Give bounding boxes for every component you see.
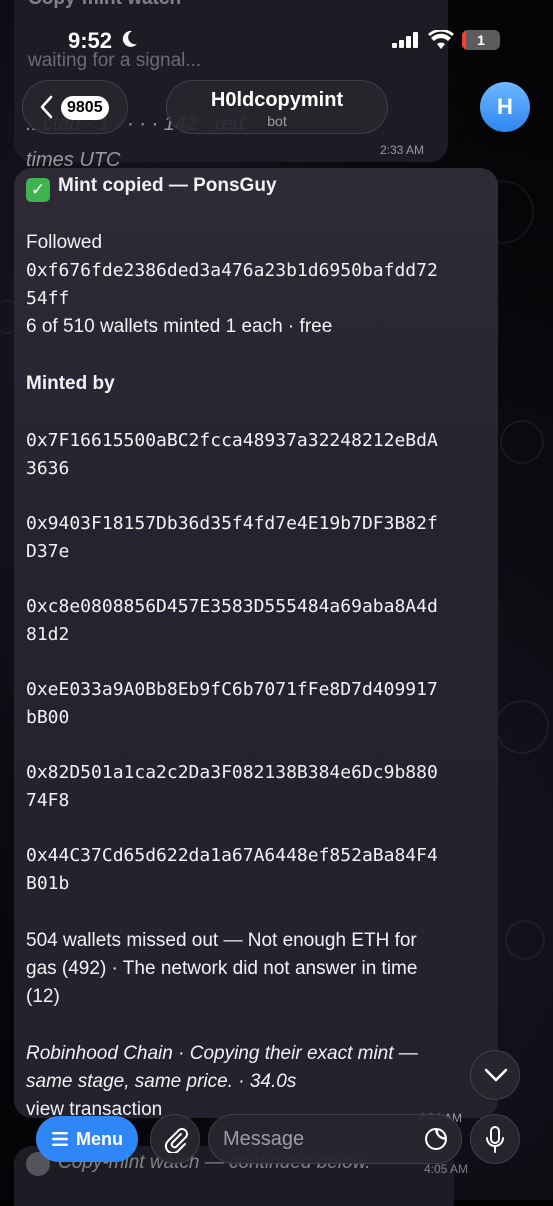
wallet-address: 0xc8e0808856D457E3583D555484a69aba8A4d bbox=[26, 596, 438, 617]
chevron-left-icon bbox=[40, 95, 53, 119]
sticker-icon[interactable] bbox=[424, 1127, 448, 1151]
menu-label: Menu bbox=[76, 1129, 123, 1149]
wallet-address: D37e bbox=[26, 541, 70, 562]
followed-label: Followed bbox=[26, 232, 103, 253]
battery-fill bbox=[462, 30, 466, 50]
chain-footer: same stage, same price. · 34.0s bbox=[26, 1071, 297, 1092]
wallet-address: 74F8 bbox=[26, 790, 70, 811]
message-title: Mint copied — PonsGuy bbox=[58, 175, 277, 196]
cellular-signal-icon bbox=[392, 32, 418, 48]
avatar[interactable]: H bbox=[480, 82, 530, 132]
back-button[interactable]: 9805 bbox=[22, 80, 128, 134]
microphone-icon bbox=[486, 1126, 504, 1153]
unread-count-badge: 9805 bbox=[61, 96, 109, 120]
background-doodle bbox=[505, 920, 545, 960]
minted-by-label: Minted by bbox=[26, 373, 115, 394]
chat-title-button[interactable]: H0ldcopymint bot bbox=[166, 80, 388, 134]
missed-summary: 504 wallets missed out — Not enough ETH … bbox=[26, 930, 417, 951]
next-message-time: 4:05 AM bbox=[424, 1162, 469, 1176]
message-bubble[interactable]: ✓ Mint copied — PonsGuy Followed 0xf676fd… bbox=[14, 168, 498, 1118]
wallet-address: 0x7F16615500aBC2fcca48937a32248212eBdA bbox=[26, 430, 438, 451]
background-doodle bbox=[500, 420, 544, 464]
chevron-down-icon bbox=[484, 1068, 508, 1082]
chat-name: H0ldcopymint bbox=[210, 89, 344, 111]
wifi-icon bbox=[428, 30, 454, 49]
battery-level: 1 bbox=[477, 32, 485, 48]
missed-summary: (12) bbox=[26, 986, 60, 1007]
moon-icon bbox=[122, 30, 137, 47]
status-time: 9:52 bbox=[68, 28, 113, 53]
paperclip-icon bbox=[164, 1128, 188, 1153]
wallet-address: 0x9403F18157Db36d35f4fd7e4E19b7DF3B82f bbox=[26, 513, 438, 534]
chain-footer: Robinhood Chain · Copying their exact mi… bbox=[26, 1043, 418, 1064]
wallet-address: 81d2 bbox=[26, 624, 70, 645]
battery-icon: 1 bbox=[462, 30, 500, 50]
wallet-address: 0xeE033a9A0Bb8Eb9fC6b7071fFe8D7d409917 bbox=[26, 679, 438, 700]
bot-menu-button[interactable]: Menu bbox=[36, 1116, 138, 1162]
wallet-address: 0x44C37Cd65d622da1a67A6448ef852aBa84F4 bbox=[26, 845, 438, 866]
previous-message-time: 2:33 AM bbox=[380, 143, 425, 157]
menu-icon bbox=[52, 1132, 68, 1146]
wallet-address: bB00 bbox=[26, 707, 70, 728]
missed-summary: gas (492) · The network did not answer i… bbox=[26, 958, 418, 979]
mint-summary: 6 of 510 wallets minted 1 each · free bbox=[26, 316, 333, 337]
attach-button[interactable] bbox=[150, 1114, 200, 1164]
scroll-to-bottom-button[interactable] bbox=[470, 1050, 520, 1100]
message-title-row: ✓ Mint copied — PonsGuy bbox=[26, 172, 277, 202]
voice-message-button[interactable] bbox=[470, 1114, 520, 1164]
followed-address: 0xf676fde2386ded3a476a23b1d6950bafdd72 bbox=[26, 260, 438, 281]
followed-address: 54ff bbox=[26, 288, 70, 309]
view-transaction-link[interactable]: view transaction bbox=[26, 1096, 162, 1118]
status-bar: 9:52 1 bbox=[0, 0, 553, 70]
wallet-address: 3636 bbox=[26, 458, 70, 479]
background-doodle bbox=[495, 700, 549, 754]
check-mark-icon: ✓ bbox=[26, 178, 50, 202]
chat-subtitle: bot bbox=[267, 113, 287, 129]
wallet-address: B01b bbox=[26, 873, 70, 894]
wallet-address: 0x82D501a1ca2c2Da3F082138B384e6Dc9b880 bbox=[26, 762, 438, 783]
